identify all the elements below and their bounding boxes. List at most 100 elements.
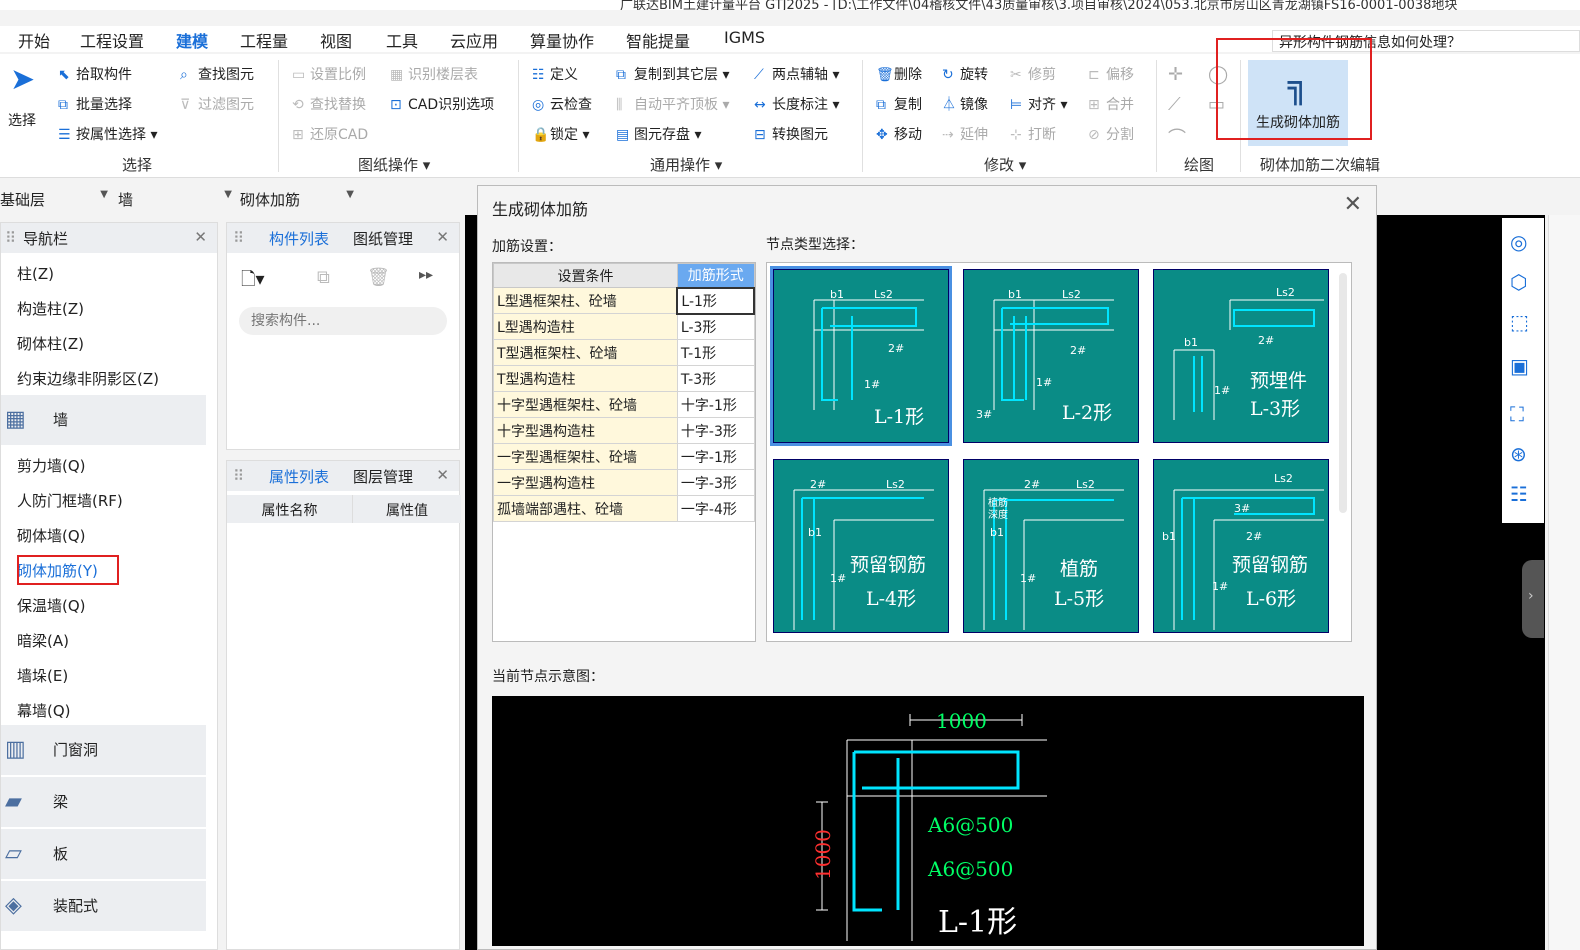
tab-property-list[interactable]: 属性列表 xyxy=(269,466,329,487)
orbit-icon[interactable]: ◎ xyxy=(1510,230,1527,254)
copy-button[interactable]: ⧉ 复制 xyxy=(876,94,922,114)
nav-item-edge[interactable]: 约束边缘非阴影区(Z) xyxy=(17,368,159,389)
form-cell[interactable]: 十字-3形 xyxy=(676,417,755,444)
component-combo[interactable]: 砌体加筋 ▼ xyxy=(240,189,354,210)
new-icon[interactable]: 🗋▾ xyxy=(241,267,265,297)
tab-component-list[interactable]: 构件列表 xyxy=(269,228,329,249)
form-cell[interactable]: 十字-1形 xyxy=(676,391,755,418)
filter-button[interactable]: ⊽ 过滤图元 xyxy=(180,94,254,114)
type-combo[interactable]: 墙 ▼ xyxy=(118,189,232,210)
3d-view-icon[interactable]: ⬡ xyxy=(1510,270,1527,294)
close-icon[interactable]: ✕ xyxy=(194,228,207,246)
auto-align-button[interactable]: ⫼ 自动平齐顶板 ▾ xyxy=(616,94,729,114)
close-icon[interactable]: ✕ xyxy=(1344,192,1362,217)
split-button[interactable]: ⊘ 分割 xyxy=(1088,124,1134,144)
node-tile-l3[interactable]: Ls2 b1 2# 1# 预埋件 L-3形 xyxy=(1153,269,1329,443)
floor-combo[interactable]: 基础层 ▼ xyxy=(0,189,108,210)
cad-options-button[interactable]: ⊡ CAD识别选项 xyxy=(390,94,494,114)
table-row[interactable]: T型遇框架柱、砼墙 T-1形 xyxy=(493,339,755,366)
layers-icon[interactable]: ☷ xyxy=(1510,482,1528,506)
attr-select-button[interactable]: ☰ 按属性选择 ▾ xyxy=(58,124,157,144)
group-general[interactable]: 通用操作 ▾ xyxy=(650,154,722,175)
form-cell[interactable]: L-1形 xyxy=(676,286,755,315)
copy-icon[interactable]: ⧉ xyxy=(317,267,330,288)
nav-item-curtain[interactable]: 幕墙(Q) xyxy=(17,700,71,721)
nav-cat-slab[interactable]: ▱ 板 xyxy=(1,829,206,879)
menu-collab[interactable]: 算量协作 xyxy=(530,28,594,52)
fullscreen-icon[interactable]: ⛶ xyxy=(1510,402,1524,426)
menu-igms[interactable]: IGMS xyxy=(724,28,765,47)
cube-icon[interactable]: ⬚ xyxy=(1510,310,1529,334)
menu-smart[interactable]: 智能提量 xyxy=(626,28,690,52)
table-row[interactable]: 十字型遇框架柱、砼墙 十字-1形 xyxy=(493,391,755,418)
arc-draw-icon[interactable]: ⌒ xyxy=(1168,124,1186,150)
two-point-axis-button[interactable]: ⟋ 两点辅轴 ▾ xyxy=(754,64,839,84)
offset-button[interactable]: ⊏ 偏移 xyxy=(1088,64,1134,84)
nav-item-constr-column[interactable]: 构造柱(Z) xyxy=(17,298,84,319)
close-icon[interactable]: ✕ xyxy=(436,466,449,484)
restore-cad-button[interactable]: ⊞ 还原CAD xyxy=(292,124,368,144)
table-row[interactable]: 一字型遇构造柱 一字-3形 xyxy=(493,469,755,496)
delete-button[interactable]: 🗑删除 xyxy=(876,64,922,84)
cursor-icon[interactable]: ➤ xyxy=(10,62,35,97)
nav-cat-beam[interactable]: ▰ 梁 xyxy=(1,777,206,827)
form-cell[interactable]: T-3形 xyxy=(676,365,755,392)
group-modify[interactable]: 修改 ▾ xyxy=(984,154,1026,175)
nav-item-shear-wall[interactable]: 剪力墙(Q) xyxy=(17,455,86,476)
length-dim-button[interactable]: ↔ 长度标注 ▾ xyxy=(754,94,839,114)
nav-item-hidden-beam[interactable]: 暗梁(A) xyxy=(17,630,69,651)
align-button[interactable]: ⊨ 对齐 ▾ xyxy=(1010,94,1067,114)
trash-icon[interactable]: 🗑 xyxy=(367,267,390,288)
node-tile-l1[interactable]: b1 Ls2 2# 1# L-1形 xyxy=(770,266,952,446)
table-row[interactable]: L型遇构造柱 L-3形 xyxy=(493,313,755,340)
batch-select-button[interactable]: ⧉ 批量选择 xyxy=(58,94,132,114)
point-draw-icon[interactable]: ✛ xyxy=(1168,64,1183,85)
nav-item-masonry-wall[interactable]: 砌体墙(Q) xyxy=(17,525,86,546)
merge-button[interactable]: ⊞ 合并 xyxy=(1088,94,1134,114)
node-tile-l2[interactable]: b1 Ls2 2# 1# 3# L-2形 xyxy=(963,269,1139,443)
form-cell[interactable]: 一字-1形 xyxy=(676,443,755,470)
more-icon[interactable]: ▸▸ xyxy=(419,267,433,283)
node-tile-l6[interactable]: Ls2 3# 2# b1 1# 预留钢筋 L-6形 xyxy=(1153,459,1329,633)
tab-drawing-mgmt[interactable]: 图纸管理 xyxy=(353,228,413,249)
nav-item-masonry-column[interactable]: 砌体柱(Z) xyxy=(17,333,84,354)
collapse-handle[interactable]: › xyxy=(1522,560,1544,638)
table-row[interactable]: 孤墙端部遇柱、砼墙 一字-4形 xyxy=(493,495,755,522)
tab-layer-mgmt[interactable]: 图层管理 xyxy=(353,466,413,487)
nav-cat-wall[interactable]: ▦ 墙 xyxy=(1,395,206,445)
node-tile-l4[interactable]: 2# Ls2 b1 1# 预留钢筋 L-4形 xyxy=(773,459,949,633)
close-icon[interactable]: ✕ xyxy=(436,228,449,246)
form-cell[interactable]: L-3形 xyxy=(676,313,755,340)
line-draw-icon[interactable]: ⟋ xyxy=(1168,94,1181,115)
extend-button[interactable]: ⇢ 延伸 xyxy=(942,124,988,144)
lock-button[interactable]: 🔒锁定 ▾ xyxy=(532,124,589,144)
table-row[interactable]: T型遇构造柱 T-3形 xyxy=(493,365,755,392)
floor-table-button[interactable]: ▦ 识别楼层表 xyxy=(390,64,478,84)
mirror-button[interactable]: ⏃ 镜像 xyxy=(942,94,988,114)
nav-item-civil-door[interactable]: 人防门框墙(RF) xyxy=(17,490,123,511)
display-icon[interactable]: ⊛ xyxy=(1510,442,1527,466)
form-cell[interactable]: T-1形 xyxy=(676,339,755,366)
cloud-check-button[interactable]: ◎ 云检查 xyxy=(532,94,592,114)
find-element-button[interactable]: ⌕ 查找图元 xyxy=(180,64,254,84)
group-drawing[interactable]: 图纸操作 ▾ xyxy=(358,154,430,175)
find-replace-button[interactable]: ⟲ 查找替换 xyxy=(292,94,366,114)
pick-button[interactable]: ⬉ 拾取构件 xyxy=(58,64,132,84)
search-input[interactable] xyxy=(239,307,447,335)
nav-cat-prefab[interactable]: ◈ 装配式 xyxy=(1,881,206,931)
form-cell[interactable]: 一字-3形 xyxy=(676,469,755,496)
grid-scrollbar[interactable] xyxy=(1339,273,1347,513)
menu-quantities[interactable]: 工程量 xyxy=(240,28,288,52)
menu-cloud[interactable]: 云应用 xyxy=(450,28,498,52)
select-button[interactable]: 选择 xyxy=(8,110,36,130)
menu-tools[interactable]: 工具 xyxy=(386,28,418,52)
rotate-button[interactable]: ↻ 旋转 xyxy=(942,64,988,84)
table-row[interactable]: 一字型遇框架柱、砼墙 一字-1形 xyxy=(493,443,755,470)
cube-icon[interactable]: ▣ xyxy=(1510,354,1529,378)
menu-project-settings[interactable]: 工程设置 xyxy=(80,28,144,52)
nav-item-insulation[interactable]: 保温墙(Q) xyxy=(17,595,86,616)
convert-element-button[interactable]: ⊟ 转换图元 xyxy=(754,124,828,144)
save-element-button[interactable]: ▤ 图元存盘 ▾ xyxy=(616,124,701,144)
nav-cat-door[interactable]: ▥ 门窗洞 xyxy=(1,725,206,775)
trim-button[interactable]: ✂ 修剪 xyxy=(1010,64,1056,84)
